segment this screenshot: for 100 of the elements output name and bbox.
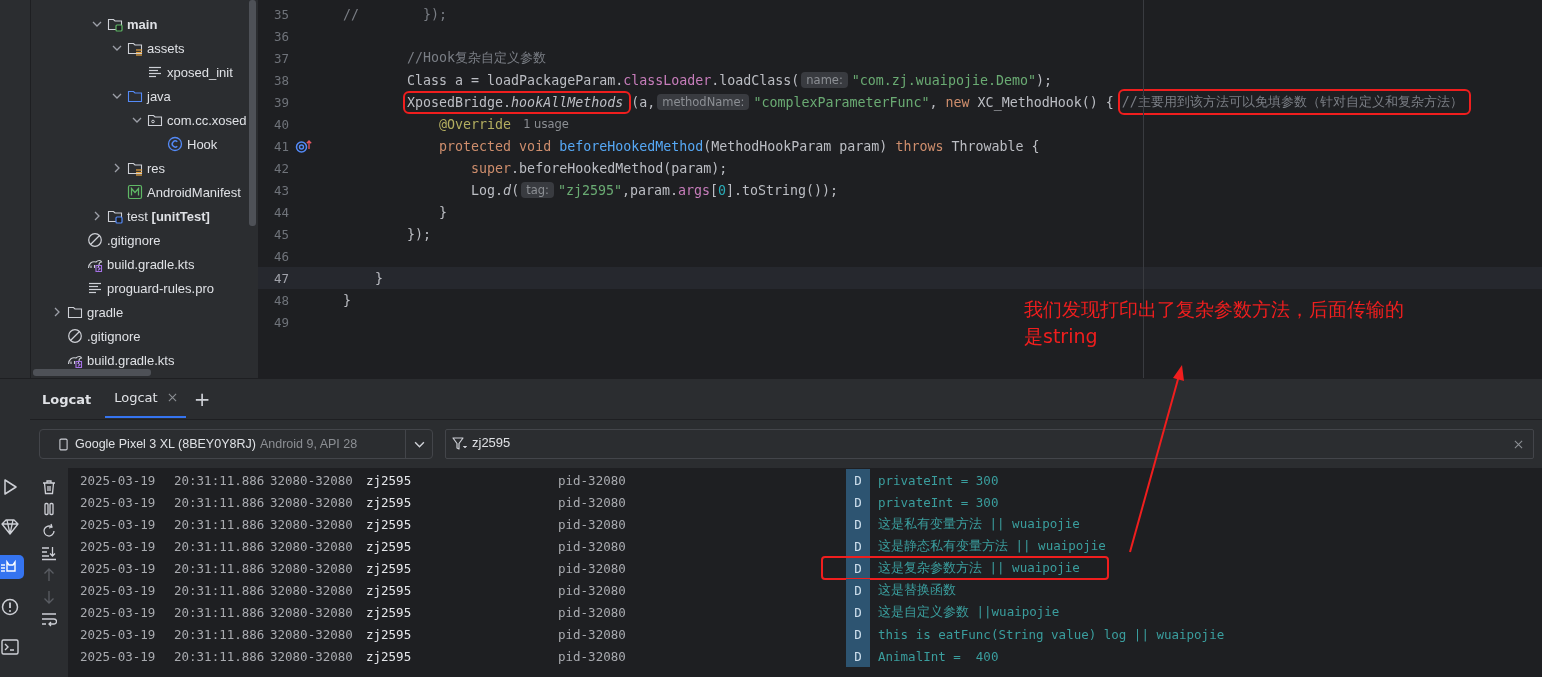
log-time: 20:31:11.886 [174, 472, 266, 488]
device-dropdown[interactable]: Google Pixel 3 XL (8BEY0Y8RJ) Android 9, API 28 [39, 429, 433, 459]
log-message: privateInt = 300 [878, 472, 999, 488]
log-package: pid-32080 [558, 494, 627, 510]
line-number: 41 [272, 138, 289, 154]
line-number: 37 [272, 50, 289, 66]
log-message: this is eatFunc(String value) log || wuaipojie [878, 626, 1225, 642]
code-text: Log.d( [471, 182, 520, 198]
log-pid-tid: 32080-32080 [270, 560, 354, 576]
folder-icon [127, 88, 143, 104]
folder-icon [127, 160, 143, 176]
tree-item[interactable]: com.cc.xosed [167, 112, 247, 128]
tree-item[interactable]: test [unitTest] [127, 208, 210, 224]
tree-item[interactable]: assets [147, 40, 185, 56]
log-time: 20:31:11.886 [174, 648, 266, 664]
log-date: 2025-03-19 [80, 560, 157, 576]
log-pid-tid: 32080-32080 [270, 648, 354, 664]
package-icon [147, 112, 163, 128]
text-file-icon [87, 280, 103, 296]
toolbar-icon[interactable] [41, 479, 57, 495]
log-date: 2025-03-19 [80, 626, 157, 642]
tree-item[interactable]: build.gradle.kts [87, 352, 175, 368]
log-level: D [846, 535, 870, 557]
parameter-hint: methodName: [657, 94, 750, 110]
log-tag: zj2595 [366, 472, 558, 488]
folder-icon [127, 40, 143, 56]
logcat-tab[interactable]: Logcat [105, 379, 186, 418]
add-tab-button[interactable]: + [185, 379, 219, 419]
scrollbar[interactable] [249, 0, 256, 226]
warning-icon [0, 597, 20, 617]
code-text: XposedBridge.hookAllMethods [407, 94, 624, 110]
log-time: 20:31:11.886 [174, 582, 266, 598]
log-time: 20:31:11.886 [174, 560, 266, 576]
tree-item[interactable]: java [147, 88, 171, 104]
log-package: pid-32080 [558, 604, 627, 620]
chevron-icon[interactable] [112, 43, 122, 53]
tool-window-button[interactable] [0, 555, 24, 579]
log-tag: zj2595 [366, 626, 558, 642]
tree-item[interactable]: .gitignore [107, 232, 161, 248]
chevron-icon[interactable] [112, 91, 122, 101]
tree-item[interactable]: proguard-rules.pro [107, 280, 214, 296]
chevron-icon[interactable] [112, 163, 122, 173]
code-text: super.beforeHookedMethod(param); [471, 160, 728, 176]
code-text: } [375, 270, 384, 286]
close-icon[interactable] [167, 393, 177, 402]
code-text: //Hook复杂自定义参数 [407, 49, 547, 67]
chevron-icon[interactable] [92, 211, 102, 221]
log-time: 20:31:11.886 [174, 494, 266, 510]
tree-item[interactable]: res [147, 160, 166, 176]
toolbar-icon[interactable] [41, 545, 57, 561]
override-marker-icon[interactable] [295, 139, 313, 153]
usage-count[interactable]: 1 usage [523, 117, 569, 131]
line-number: 38 [272, 72, 289, 88]
filter-icon [452, 437, 468, 451]
log-package: pid-32080 [558, 648, 627, 664]
log-level: D [846, 601, 870, 623]
class-icon [167, 136, 183, 152]
filter-field[interactable]: zj2595 [445, 429, 1534, 459]
toolbar-icon[interactable] [41, 523, 57, 539]
log-tag: zj2595 [366, 560, 558, 576]
tree-item[interactable]: build.gradle.kts [107, 256, 195, 272]
log-package: pid-32080 [558, 626, 627, 642]
log-date: 2025-03-19 [80, 538, 157, 554]
tree-item[interactable]: main [127, 16, 158, 32]
phone-icon [59, 437, 68, 451]
tree-item[interactable]: gradle [87, 304, 124, 320]
manifest-icon [127, 184, 143, 200]
tree-item[interactable]: .gitignore [87, 328, 141, 344]
tree-item[interactable]: xposed_init [167, 64, 233, 80]
parameter-hint: name: [801, 72, 848, 88]
toolbar-icon[interactable] [41, 611, 57, 627]
code-text: "com.zj.wuaipojie.Demo"); [851, 72, 1052, 88]
log-tag: zj2595 [366, 516, 558, 532]
log-time: 20:31:11.886 [174, 516, 266, 532]
log-time: 20:31:11.886 [174, 604, 266, 620]
log-tag: zj2595 [366, 648, 558, 664]
chevron-icon[interactable] [92, 19, 102, 29]
scrollbar[interactable] [33, 369, 151, 376]
tree-item[interactable]: Hook [187, 136, 218, 152]
log-tag: zj2595 [366, 604, 558, 620]
log-package: pid-32080 [558, 582, 627, 598]
log-pid-tid: 32080-32080 [270, 472, 354, 488]
chevron-icon[interactable] [52, 307, 62, 317]
line-number: 35 [272, 6, 289, 22]
log-time: 20:31:11.886 [174, 626, 266, 642]
tree-item[interactable]: AndroidManifest [147, 184, 241, 200]
line-number: 43 [272, 182, 289, 198]
toolbar-icon[interactable] [41, 501, 57, 517]
terminal-icon [0, 637, 20, 657]
log-level: D [846, 513, 870, 535]
gem-icon [0, 517, 20, 537]
log-pid-tid: 32080-32080 [270, 516, 354, 532]
line-number: 49 [272, 314, 289, 330]
panel-title: Logcat [41, 390, 93, 409]
log-tag: zj2595 [366, 582, 558, 598]
log-date: 2025-03-19 [80, 516, 157, 532]
chevron-icon[interactable] [132, 115, 142, 125]
filter-input[interactable]: zj2595 [472, 434, 1510, 450]
clear-icon[interactable] [1514, 439, 1523, 449]
code-text: Class a = loadPackageParam.classLoader.loadClass( [407, 72, 800, 88]
